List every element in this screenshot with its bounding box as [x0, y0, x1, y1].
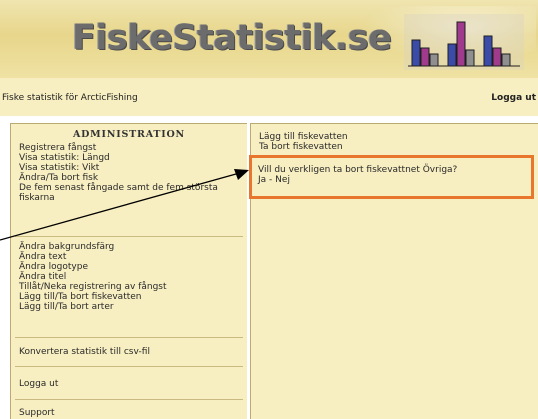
menu-item-manage-waters[interactable]: Lägg till/Ta bort fiskevatten	[19, 292, 243, 302]
menu-group-settings: Ändra bakgrundsfärg Ändra text Ändra log…	[19, 242, 243, 312]
logo-bar	[501, 53, 511, 67]
logo-bar	[465, 49, 475, 67]
logout-link[interactable]: Logga ut	[491, 93, 536, 103]
menu-item-edit-title[interactable]: Ändra titel	[19, 272, 243, 282]
menu-group-statistics: Registrera fångst Visa statistik: Längd …	[19, 143, 243, 203]
menu-group-support: Support	[19, 408, 243, 418]
confirm-yes-link[interactable]: Ja	[258, 175, 266, 185]
logo-bar	[492, 47, 502, 67]
menu-item-edit-fish[interactable]: Ändra/Ta bort fisk	[19, 173, 243, 183]
menu-item-show-length[interactable]: Visa statistik: Längd	[19, 153, 243, 163]
confirm-no-link[interactable]: Nej	[275, 175, 290, 185]
logo-bar	[429, 53, 439, 67]
menu-item-show-weight[interactable]: Visa statistik: Vikt	[19, 163, 243, 173]
logo-bar	[411, 39, 421, 67]
logo-bar	[420, 47, 430, 67]
menu-item-edit-text[interactable]: Ändra text	[19, 252, 243, 262]
menu-item-manage-species[interactable]: Lägg till/Ta bort arter	[19, 302, 243, 312]
remove-water-link[interactable]: Ta bort fiskevatten	[259, 142, 343, 152]
confirm-answers: Ja - Nej	[258, 175, 290, 185]
header-spacer	[0, 116, 538, 123]
menu-item-register-catch[interactable]: Registrera fångst	[19, 143, 243, 153]
menu-item-allow-registration[interactable]: Tillåt/Neka registrering av fångst	[19, 282, 243, 292]
menu-item-latest-and-biggest[interactable]: De fem senast fångade samt de fem störst…	[19, 183, 224, 203]
menu-divider	[15, 236, 243, 237]
admin-sidebar: ADMINISTRATION Registrera fångst Visa st…	[10, 123, 247, 419]
add-water-link[interactable]: Lägg till fiskevatten	[259, 132, 348, 142]
site-logo-text[interactable]: FiskeStatistik.se	[72, 18, 392, 58]
site-tagline: Fiske statistik för ArcticFishing	[2, 93, 138, 103]
menu-group-export: Konvertera statistik till csv-fil	[19, 347, 243, 357]
admin-heading: ADMINISTRATION	[72, 129, 186, 140]
menu-item-logout[interactable]: Logga ut	[19, 379, 243, 389]
menu-group-logout: Logga ut	[19, 379, 243, 389]
confirm-question: Vill du verkligen ta bort fiskevattnet Ö…	[258, 165, 458, 175]
menu-item-export-csv[interactable]: Konvertera statistik till csv-fil	[19, 347, 243, 357]
logo-bar	[456, 21, 466, 67]
menu-divider	[15, 366, 243, 367]
menu-divider	[15, 337, 243, 338]
logo-bar	[447, 43, 457, 67]
logo-bar	[483, 35, 493, 67]
bar-chart-logo-icon	[404, 14, 524, 70]
menu-item-background-color[interactable]: Ändra bakgrundsfärg	[19, 242, 243, 252]
page: FiskeStatistik.se Fiske statistik för Ar…	[0, 0, 538, 419]
menu-divider	[15, 399, 243, 400]
confirm-separator: -	[269, 175, 273, 185]
confirm-highlight-box	[249, 155, 534, 199]
site-banner: FiskeStatistik.se	[0, 0, 538, 78]
menu-item-edit-logotype[interactable]: Ändra logotype	[19, 262, 243, 272]
menu-item-support[interactable]: Support	[19, 408, 243, 418]
